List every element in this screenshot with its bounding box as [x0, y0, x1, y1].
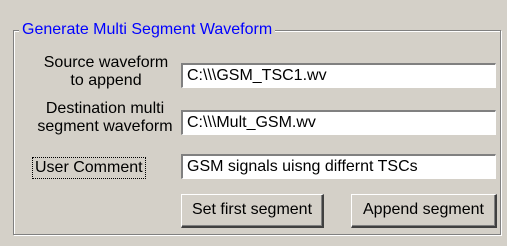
- destination-waveform-label: Destination multi segment waveform: [31, 100, 179, 136]
- source-waveform-label-line2: to append: [70, 72, 142, 89]
- source-waveform-input[interactable]: C:\\\GSM_TSC1.wv: [181, 63, 496, 88]
- group-title: Generate Multi Segment Waveform: [19, 19, 276, 41]
- destination-waveform-label-line2: segment waveform: [37, 118, 173, 135]
- append-segment-button[interactable]: Append segment: [351, 194, 497, 228]
- destination-waveform-input[interactable]: C:\\\Mult_GSM.wv: [181, 110, 496, 135]
- destination-waveform-label-line1: Destination multi: [45, 100, 165, 117]
- user-comment-input[interactable]: GSM signals uisng differnt TSCs: [181, 154, 496, 179]
- source-waveform-label: Source waveform to append: [35, 54, 177, 90]
- source-waveform-label-line1: Source waveform: [43, 54, 169, 71]
- set-first-segment-button[interactable]: Set first segment: [181, 194, 324, 228]
- user-comment-label: User Comment: [32, 157, 146, 179]
